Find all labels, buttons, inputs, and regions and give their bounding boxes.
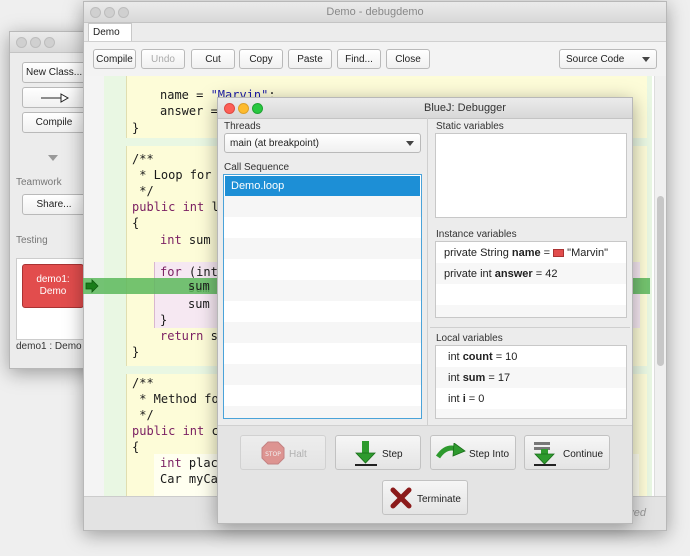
code-line: */ [132,408,154,422]
testing-label: Testing [16,235,48,246]
local-variables-label: Local variables [436,333,503,344]
terminate-x-icon [390,487,412,509]
paste-button[interactable]: Paste [288,49,332,69]
close-dot[interactable] [16,37,27,48]
zoom-dot[interactable] [44,37,55,48]
arrow-right-icon [41,93,70,103]
code-line: sum [188,297,210,311]
minimize-dot[interactable] [30,37,41,48]
zoom-dot[interactable] [252,103,263,114]
chevron-down-icon [642,57,650,62]
call-sequence-list[interactable]: Demo.loop [223,174,422,419]
debugger-title: BlueJ: Debugger [424,102,506,114]
code-line: * Method fo [132,392,219,406]
code-line: } [132,345,140,359]
step-into-icon [436,443,466,459]
object-demo1[interactable]: demo1: Demo [22,264,84,308]
code-line: */ [132,184,154,198]
code-line: public int c [132,424,219,438]
teamwork-label: Teamwork [16,177,62,188]
instance-var-row[interactable]: private int answer = 42 [444,268,557,280]
code-line: for (int [160,265,218,279]
local-var-row[interactable]: int sum = 17 [448,372,510,384]
code-line: /** [132,152,154,166]
chevron-down-icon[interactable] [48,154,58,162]
stop-sign-icon: STOP [261,441,285,465]
instance-var-row[interactable]: private String name = "Marvin" [444,247,608,259]
local-var-row[interactable]: int count = 10 [448,351,517,363]
step-label: Step [382,449,403,460]
object-reference-icon [553,248,565,257]
view-select[interactable]: Source Code [559,49,657,69]
code-line: return s [160,329,218,343]
close-dot[interactable] [224,103,235,114]
new-class-button[interactable]: New Class... [22,62,86,83]
cut-button[interactable]: Cut [191,49,235,69]
close-button[interactable]: Close [386,49,430,69]
compile-button[interactable]: Compile [22,112,86,133]
static-variables-list[interactable] [435,133,627,218]
code-line: /** [132,376,154,390]
tab-demo[interactable]: Demo ✕ [88,23,132,56]
code-line: Car myCa [160,472,218,486]
section-divider [430,327,630,328]
debugger-titlebar: BlueJ: Debugger [218,98,632,119]
debugger-window: BlueJ: Debugger Threads main (at breakpo… [217,97,633,524]
code-line: { [132,216,140,230]
instance-variables-list[interactable]: private String name = "Marvin" private i… [435,241,627,318]
step-button[interactable]: Step [335,435,421,470]
code-line-current: sum [188,279,210,293]
minimize-dot[interactable] [238,103,249,114]
static-variables-label: Static variables [436,121,504,132]
code-line: public int l [132,200,219,214]
step-into-button[interactable]: Step Into [430,435,516,470]
call-sequence-label: Call Sequence [224,162,290,173]
step-icon [355,441,377,466]
editor-titlebar: Demo - debugdemo [84,2,666,23]
undo-button[interactable]: Undo [141,49,185,69]
editor-scrollbar[interactable] [654,76,666,496]
compile-button[interactable]: Compile [93,49,136,69]
share-button[interactable]: Share... [22,194,86,215]
terminate-button[interactable]: Terminate [382,480,468,515]
instance-variables-label: Instance variables [436,229,517,240]
view-select-value: Source Code [566,54,625,65]
current-line-arrow-icon [85,279,99,293]
code-line: { [132,440,140,454]
inheritance-arrow-button[interactable] [22,87,86,108]
halt-button[interactable]: STOP Halt [240,435,326,470]
local-variables-list[interactable]: int count = 10 int sum = 17 int i = 0 [435,345,627,419]
step-into-label: Step Into [469,449,510,460]
project-status: demo1 : Demo [16,341,82,352]
continue-button[interactable]: Continue [524,435,610,470]
code-line: } [132,121,140,135]
local-var-row[interactable]: int i = 0 [448,393,484,405]
svg-text:STOP: STOP [265,451,281,458]
debugger-divider [427,118,428,430]
call-sequence-item[interactable]: Demo.loop [225,176,420,196]
continue-label: Continue [563,449,604,460]
copy-button[interactable]: Copy [239,49,283,69]
code-line: } [160,313,168,327]
code-line: int plac [160,456,218,470]
scrollbar-thumb[interactable] [657,196,664,366]
continue-icon [534,442,556,466]
code-line: int sum [160,233,211,247]
window-title: Demo - debugdemo [326,6,424,18]
code-line: answer = [160,104,218,118]
tab-label: Demo [93,27,120,38]
chevron-down-icon [406,141,414,146]
code-line: * Loop for [132,168,212,182]
find-button[interactable]: Find... [337,49,381,69]
halt-label: Halt [289,449,307,460]
thread-select-value: main (at breakpoint) [230,138,319,149]
threads-label: Threads [224,121,261,132]
terminate-label: Terminate [417,494,461,505]
thread-select[interactable]: main (at breakpoint) [224,133,421,153]
